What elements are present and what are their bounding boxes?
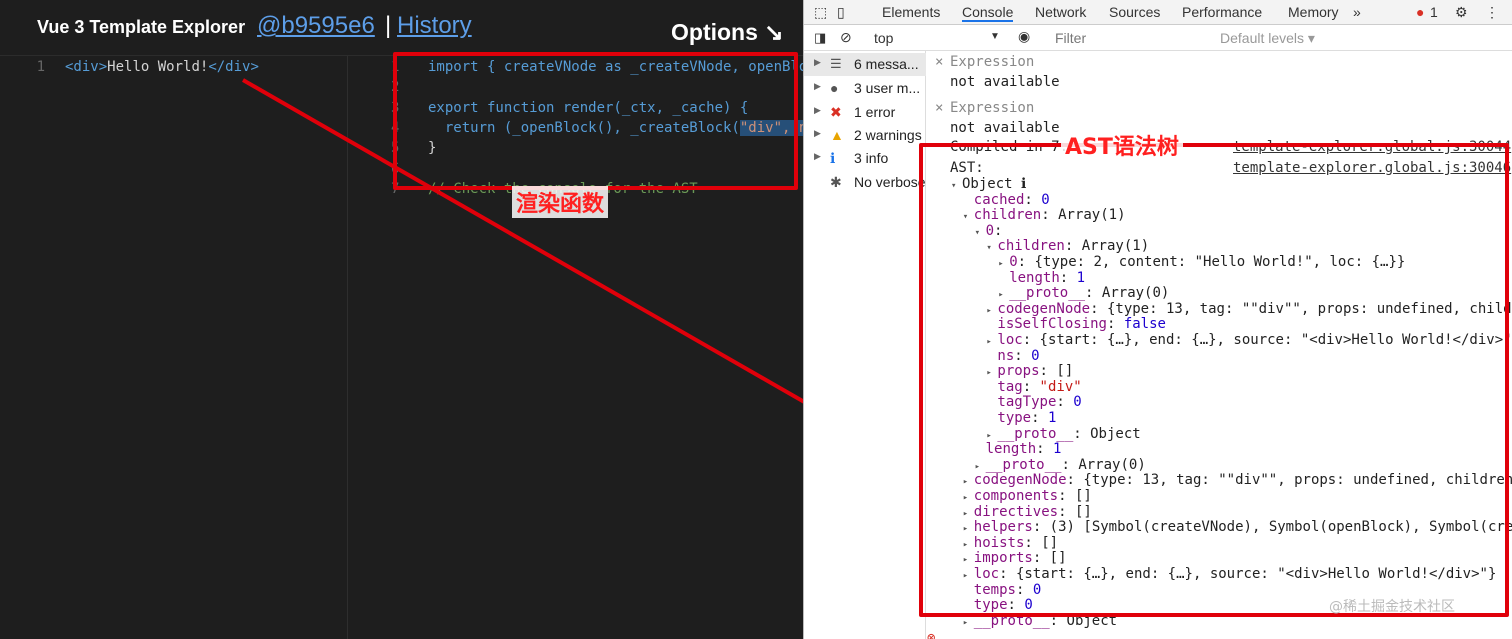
chevron-down-icon: ▼ bbox=[990, 31, 1000, 42]
sidebar-item-label: 2 warnings bbox=[854, 127, 922, 143]
clear-console-icon[interactable]: ⊘ bbox=[840, 29, 852, 46]
expand-arrow-icon: ▶ bbox=[814, 57, 821, 67]
sidebar-item-user-messages[interactable]: ▶ ● 3 user m... bbox=[804, 77, 926, 100]
warning-icon: ▲ bbox=[830, 127, 844, 143]
error-icon: ✖ bbox=[830, 104, 842, 120]
sidebar-item-label: 1 error bbox=[854, 104, 896, 120]
filter-input[interactable]: Filter bbox=[1055, 30, 1086, 46]
close-icon[interactable]: × bbox=[935, 54, 943, 71]
context-selector[interactable]: top bbox=[874, 30, 893, 46]
tab-performance[interactable]: Performance bbox=[1182, 4, 1262, 20]
expand-arrow-icon: ▶ bbox=[814, 151, 821, 161]
devtools-tab-bar: ⬚ ▯ Elements Console Network Sources Per… bbox=[804, 0, 1512, 25]
tab-sources[interactable]: Sources bbox=[1109, 4, 1160, 20]
watermark: @稀土掘金技术社区 bbox=[1329, 599, 1455, 615]
error-icon[interactable]: ● bbox=[1416, 4, 1424, 20]
device-toggle-icon[interactable]: ▯ bbox=[837, 4, 845, 21]
expand-arrow-icon: ▶ bbox=[814, 105, 821, 115]
expression-value: not available bbox=[950, 120, 1060, 136]
sidebar-toggle-icon[interactable]: ◨ bbox=[814, 30, 826, 46]
gear-icon[interactable]: ⚙ bbox=[1455, 4, 1468, 21]
devtools-panel: ⬚ ▯ Elements Console Network Sources Per… bbox=[803, 0, 1512, 639]
sidebar-item-label: No verbose bbox=[854, 174, 926, 190]
inspect-icon[interactable]: ⬚ bbox=[814, 4, 827, 21]
expression-label: Expression bbox=[950, 100, 1035, 116]
kebab-menu-icon[interactable]: ⋮ bbox=[1485, 4, 1499, 21]
sidebar-item-errors[interactable]: ▶ ✖ 1 error bbox=[804, 101, 926, 124]
ast-tree-label: AST语法树 bbox=[1061, 129, 1183, 161]
tab-memory[interactable]: Memory bbox=[1288, 4, 1339, 20]
tab-elements[interactable]: Elements bbox=[882, 4, 940, 20]
tab-console[interactable]: Console bbox=[962, 4, 1014, 22]
user-icon: ● bbox=[830, 80, 839, 96]
sidebar-item-messages[interactable]: ▶ ☰ 6 messa... bbox=[804, 53, 926, 76]
console-sidebar: ▶ ☰ 6 messa... ▶ ● 3 user m... ▶ ✖ 1 err… bbox=[804, 51, 926, 639]
tab-network[interactable]: Network bbox=[1035, 4, 1086, 20]
expand-arrow-icon: ▶ bbox=[814, 81, 821, 91]
error-count: 1 bbox=[1430, 4, 1438, 20]
list-icon: ☰ bbox=[830, 56, 842, 71]
info-icon: ℹ bbox=[830, 150, 836, 166]
eye-icon[interactable]: ◉ bbox=[1018, 28, 1030, 45]
arrow-line bbox=[242, 78, 889, 452]
expression-label: Expression bbox=[950, 54, 1035, 70]
error-message-fragment: ⊗ bbox=[927, 630, 936, 639]
expand-arrow-icon: ▶ bbox=[814, 128, 821, 138]
ast-tree-highlight bbox=[919, 143, 1509, 617]
close-icon[interactable]: × bbox=[935, 100, 943, 117]
sidebar-item-label: 3 info bbox=[854, 150, 889, 166]
expression-value: not available bbox=[950, 74, 1060, 90]
sidebar-item-warnings[interactable]: ▶ ▲ 2 warnings bbox=[804, 124, 926, 147]
more-tabs-button[interactable]: » bbox=[1353, 4, 1361, 20]
sidebar-item-info[interactable]: ▶ ℹ 3 info bbox=[804, 147, 926, 170]
bug-icon: ✱ bbox=[830, 174, 842, 190]
console-toolbar: ◨ ⊘ top ▼ ◉ Filter Default levels ▾ bbox=[804, 25, 1512, 51]
expand-arrow-icon: ▸ bbox=[962, 617, 969, 628]
levels-dropdown[interactable]: Default levels ▾ bbox=[1220, 30, 1315, 47]
sidebar-item-label: 3 user m... bbox=[854, 80, 921, 96]
sidebar-item-verbose[interactable]: ✱ No verbose bbox=[804, 171, 926, 194]
sidebar-item-label: 6 messa... bbox=[854, 56, 919, 72]
